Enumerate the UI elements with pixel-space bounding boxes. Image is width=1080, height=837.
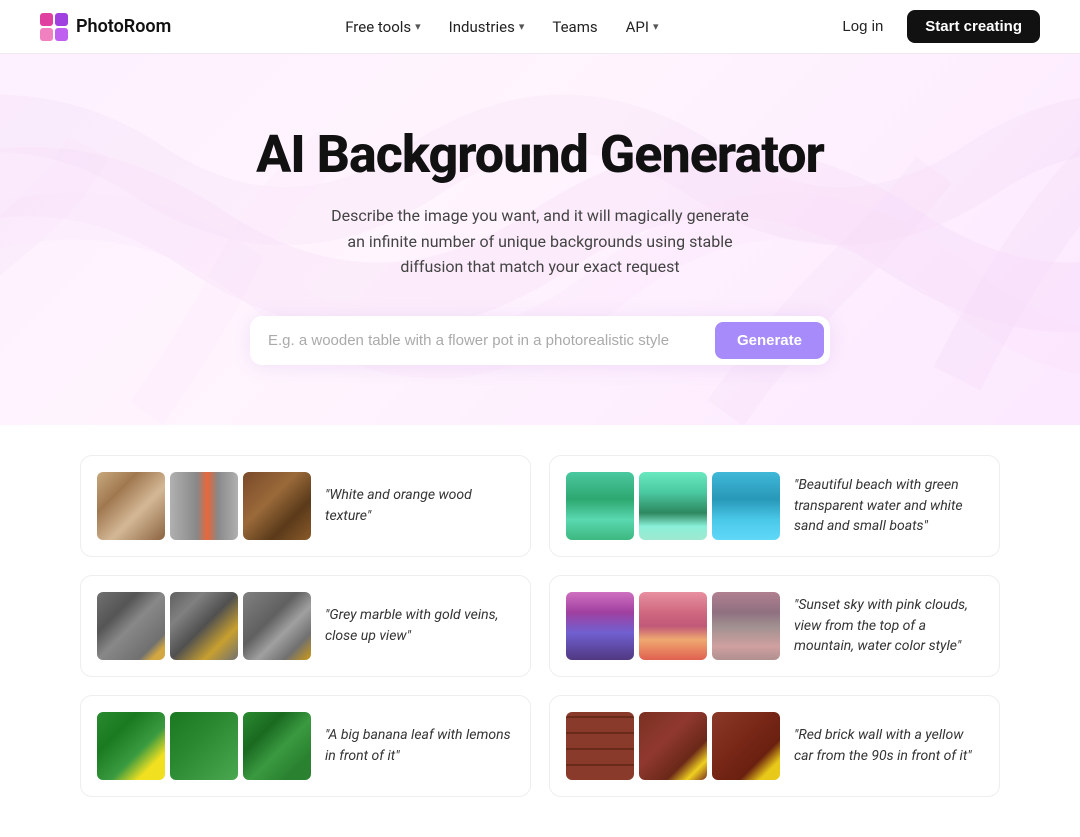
gallery-images-leaf xyxy=(97,712,311,780)
gallery-card-wood: "White and orange wood texture" xyxy=(80,455,531,557)
nav-teams[interactable]: Teams xyxy=(552,18,597,36)
nav-free-tools[interactable]: Free tools ▾ xyxy=(345,18,420,36)
marble-image-2 xyxy=(170,592,238,660)
gallery-caption-leaf: "A big banana leaf with lemons in front … xyxy=(325,725,514,766)
logo[interactable]: PhotoRoom xyxy=(40,13,171,41)
gallery-card-brick: "Red brick wall with a yellow car from t… xyxy=(549,695,1000,797)
gallery-section: "White and orange wood texture" "Beautif… xyxy=(40,425,1040,837)
beach-image-1 xyxy=(566,472,634,540)
wood-image-2 xyxy=(170,472,238,540)
sunset-image-2 xyxy=(639,592,707,660)
logo-icon xyxy=(40,13,68,41)
gallery-card-marble: "Grey marble with gold veins, close up v… xyxy=(80,575,531,677)
login-button[interactable]: Log in xyxy=(832,12,893,41)
beach-image-3 xyxy=(712,472,780,540)
brick-image-2 xyxy=(639,712,707,780)
gallery-card-leaf: "A big banana leaf with lemons in front … xyxy=(80,695,531,797)
marble-image-1 xyxy=(97,592,165,660)
logo-text: PhotoRoom xyxy=(76,16,171,37)
leaf-image-2 xyxy=(170,712,238,780)
leaf-image-3 xyxy=(243,712,311,780)
gallery-caption-wood: "White and orange wood texture" xyxy=(325,485,514,526)
nav-links: Free tools ▾ Industries ▾ Teams API ▾ xyxy=(345,18,658,36)
hero-subtitle: Describe the image you want, and it will… xyxy=(330,203,750,280)
wood-image-3 xyxy=(243,472,311,540)
gallery-card-sunset: "Sunset sky with pink clouds, view from … xyxy=(549,575,1000,677)
brick-image-3 xyxy=(712,712,780,780)
gallery-images-marble xyxy=(97,592,311,660)
wood-image-1 xyxy=(97,472,165,540)
search-box: Generate xyxy=(250,316,830,365)
leaf-image-1 xyxy=(97,712,165,780)
nav-industries[interactable]: Industries ▾ xyxy=(449,18,525,36)
gallery-caption-beach: "Beautiful beach with green transparent … xyxy=(794,475,983,536)
hero-title: AI Background Generator xyxy=(20,124,1060,185)
sunset-image-3 xyxy=(712,592,780,660)
chevron-down-icon: ▾ xyxy=(519,20,525,33)
gallery-card-beach: "Beautiful beach with green transparent … xyxy=(549,455,1000,557)
nav-api[interactable]: API ▾ xyxy=(626,18,659,36)
prompt-input[interactable] xyxy=(268,322,715,359)
gallery-caption-brick: "Red brick wall with a yellow car from t… xyxy=(794,725,983,766)
gallery-images-sunset xyxy=(566,592,780,660)
chevron-down-icon: ▾ xyxy=(653,20,659,33)
generate-button[interactable]: Generate xyxy=(715,322,824,359)
beach-image-2 xyxy=(639,472,707,540)
chevron-down-icon: ▾ xyxy=(415,20,421,33)
gallery-images-beach xyxy=(566,472,780,540)
gallery-images-brick xyxy=(566,712,780,780)
gallery-caption-marble: "Grey marble with gold veins, close up v… xyxy=(325,605,514,646)
nav-actions: Log in Start creating xyxy=(832,10,1040,43)
navigation: PhotoRoom Free tools ▾ Industries ▾ Team… xyxy=(0,0,1080,54)
gallery-images-wood xyxy=(97,472,311,540)
gallery-caption-sunset: "Sunset sky with pink clouds, view from … xyxy=(794,595,983,656)
sunset-image-1 xyxy=(566,592,634,660)
brick-image-1 xyxy=(566,712,634,780)
hero-section: AI Background Generator Describe the ima… xyxy=(0,54,1080,425)
start-creating-button[interactable]: Start creating xyxy=(907,10,1040,43)
marble-image-3 xyxy=(243,592,311,660)
